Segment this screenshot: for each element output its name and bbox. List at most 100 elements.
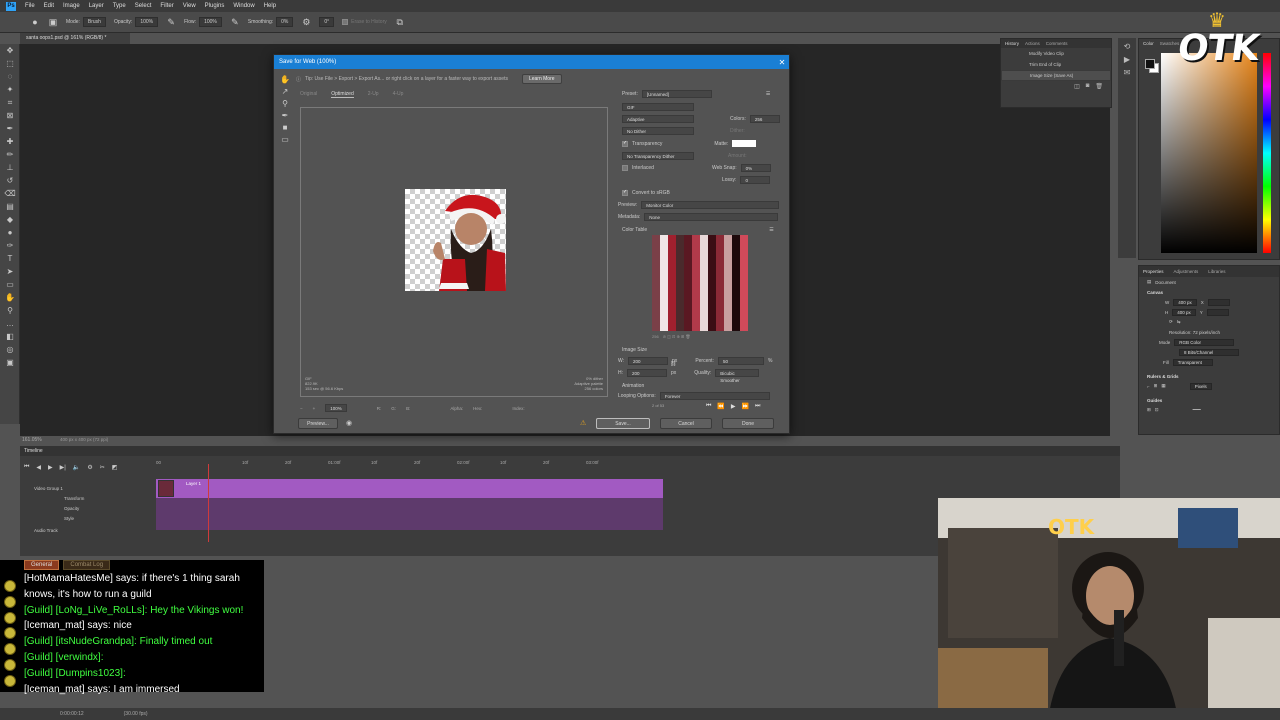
color-table-swatch[interactable]: [684, 243, 692, 251]
width-input[interactable]: 200: [628, 357, 669, 365]
optimize-menu-icon[interactable]: ☰: [766, 91, 770, 97]
chat-button-icon[interactable]: [4, 674, 16, 687]
color-table-swatch[interactable]: [708, 299, 716, 307]
color-table-swatch[interactable]: [724, 323, 732, 331]
menu-layer[interactable]: Layer: [89, 3, 104, 9]
rulers-grids-label[interactable]: Rulers & Grids: [1147, 374, 1179, 379]
color-table-swatch[interactable]: [700, 323, 708, 331]
guide-color-select[interactable]: ━━━: [1193, 407, 1201, 413]
color-table-swatch[interactable]: [668, 243, 676, 251]
color-table-swatch[interactable]: [692, 299, 700, 307]
color-table-swatch[interactable]: [692, 235, 700, 243]
color-table-swatch[interactable]: [692, 243, 700, 251]
color-table-swatch[interactable]: [716, 235, 724, 243]
color-table-swatch[interactable]: [732, 299, 740, 307]
color-swatches-icon[interactable]: ◧: [0, 330, 20, 343]
y-field[interactable]: [1206, 308, 1229, 316]
smoothing-input[interactable]: 0%: [276, 17, 294, 27]
matte-swatch[interactable]: [732, 140, 757, 147]
color-picker-field[interactable]: [1161, 53, 1257, 253]
menu-edit[interactable]: Edit: [44, 3, 54, 9]
quality-select[interactable]: Bicubic Smoother: [715, 369, 760, 383]
color-table-swatch[interactable]: [668, 259, 676, 267]
color-table-swatch[interactable]: [700, 315, 708, 323]
next-frame-icon[interactable]: ▶|: [60, 464, 66, 471]
color-table-swatch[interactable]: [652, 251, 660, 259]
cancel-button[interactable]: Cancel: [660, 418, 712, 429]
tab-color[interactable]: Color: [1143, 41, 1154, 46]
airbrush-icon[interactable]: ✎: [230, 17, 240, 27]
transparency-checkbox[interactable]: [622, 140, 628, 147]
color-table-swatch[interactable]: [732, 291, 740, 299]
color-table-swatch[interactable]: [652, 267, 660, 275]
color-table-swatch[interactable]: [652, 323, 660, 331]
color-table-swatch[interactable]: [668, 283, 676, 291]
color-table-swatch[interactable]: [668, 307, 676, 315]
color-table-swatch[interactable]: [700, 307, 708, 315]
tab-actions[interactable]: Actions: [1025, 41, 1040, 46]
looping-select[interactable]: Forever: [659, 392, 770, 400]
playhead[interactable]: [208, 464, 209, 542]
color-table-swatch[interactable]: [668, 275, 676, 283]
dialog-title-bar[interactable]: Save for Web (100%) ✕: [274, 55, 789, 69]
color-table-swatch[interactable]: [668, 251, 676, 259]
transform-property[interactable]: Transform: [34, 494, 84, 504]
color-table-swatch[interactable]: [652, 307, 660, 315]
type-tool-icon[interactable]: T: [0, 252, 20, 265]
color-table-swatch[interactable]: [700, 243, 708, 251]
flip-icon[interactable]: ⇋: [1177, 319, 1181, 325]
color-table-swatch[interactable]: [708, 235, 716, 243]
color-table-swatch[interactable]: [732, 275, 740, 283]
color-table-swatch[interactable]: [724, 299, 732, 307]
color-table-swatch[interactable]: [716, 315, 724, 323]
tab-optimized[interactable]: Optimized: [331, 91, 354, 98]
new-snapshot-icon[interactable]: ◫: [1074, 83, 1080, 90]
color-table-swatch[interactable]: [724, 291, 732, 299]
play-icon[interactable]: ▶: [48, 464, 53, 471]
hue-slider[interactable]: [1263, 53, 1271, 253]
flow-input[interactable]: 100%: [199, 17, 222, 27]
color-table-actions[interactable]: ⊘ ◫ ⊡ ⊕ ⊞ 🗑: [663, 334, 691, 339]
preview-pane[interactable]: GIF 822.9K 153 sec @ 56.6 Kbps 0% dither…: [300, 107, 608, 397]
color-table-swatch[interactable]: [708, 323, 716, 331]
width-field[interactable]: 400 px: [1173, 298, 1197, 306]
color-table-swatch[interactable]: [700, 283, 708, 291]
color-table-swatch[interactable]: [732, 323, 740, 331]
color-table-swatch[interactable]: [652, 243, 660, 251]
first-frame-icon[interactable]: ⏮: [706, 403, 711, 410]
color-table-swatch[interactable]: [660, 243, 668, 251]
color-table-swatch[interactable]: [716, 267, 724, 275]
chat-button-icon[interactable]: [4, 580, 16, 592]
color-table-swatch[interactable]: [724, 251, 732, 259]
chat-button-icon[interactable]: [4, 611, 16, 624]
blur-tool-icon[interactable]: ◆: [0, 213, 20, 226]
units-select[interactable]: Pixels: [1189, 382, 1212, 390]
guides-label[interactable]: Guides: [1147, 398, 1162, 403]
dodge-tool-icon[interactable]: ●: [0, 226, 20, 239]
mode-select[interactable]: RGB Color: [1174, 338, 1235, 346]
menu-plugins[interactable]: Plugins: [205, 3, 225, 9]
brush-preset-icon[interactable]: ●: [30, 17, 40, 27]
color-table-swatch[interactable]: [700, 235, 708, 243]
color-table-swatch[interactable]: [708, 283, 716, 291]
trash-icon[interactable]: 🗑: [1095, 83, 1103, 90]
color-table-swatch[interactable]: [708, 291, 716, 299]
color-table-swatch[interactable]: [716, 275, 724, 283]
preview-select[interactable]: Monitor Color: [641, 201, 780, 209]
transparency-dither-select[interactable]: No Transparency Dither: [622, 152, 694, 160]
color-table-swatch[interactable]: [676, 323, 684, 331]
color-table-swatch[interactable]: [700, 267, 708, 275]
color-table-swatch[interactable]: [692, 323, 700, 331]
brush-tool-icon[interactable]: ✏: [0, 148, 20, 161]
quick-select-tool-icon[interactable]: ✦: [0, 83, 20, 96]
dither-select[interactable]: No Dither: [622, 127, 694, 135]
lossy-input[interactable]: 0: [740, 176, 771, 184]
color-table-swatch[interactable]: [732, 259, 740, 267]
color-table-swatch[interactable]: [684, 275, 692, 283]
chat-button-icon[interactable]: [4, 643, 16, 656]
photoshop-logo-icon[interactable]: Ps: [6, 1, 16, 11]
color-table-swatch[interactable]: [708, 259, 716, 267]
toggle-slices-icon[interactable]: ▭: [278, 133, 292, 145]
brush-settings-icon[interactable]: ▣: [48, 17, 58, 27]
history-item[interactable]: Modify Video Clip: [1001, 48, 1111, 59]
